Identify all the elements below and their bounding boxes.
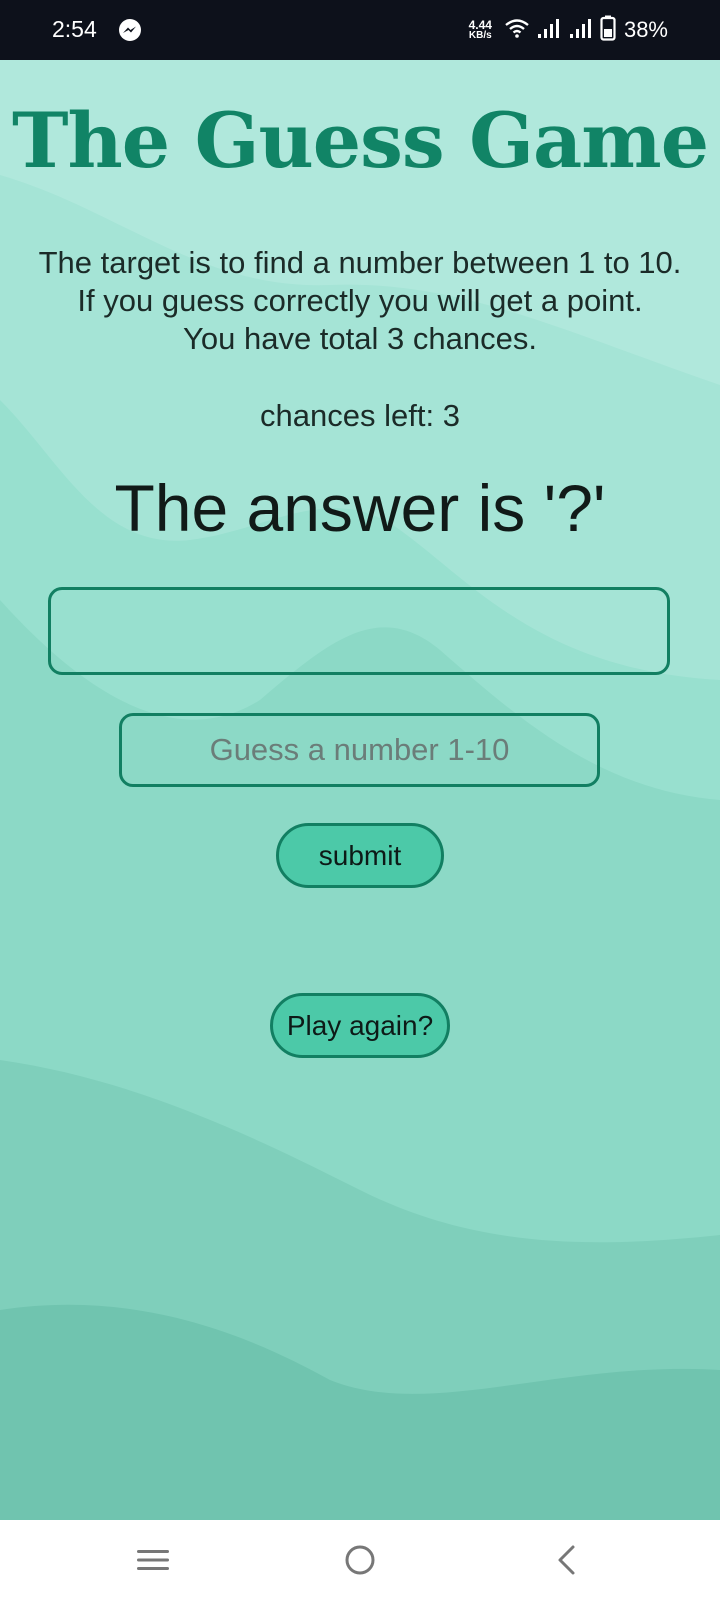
guess-input[interactable] (119, 713, 600, 787)
status-indicators: 4.44 KB/s 38% (469, 0, 668, 60)
guess-game-screen: 2:54 4.44 KB/s 38% The Guess Game The ta… (0, 0, 720, 1600)
description-line: If you guess correctly you will get a po… (77, 283, 643, 318)
net-speed-unit: KB/s (468, 30, 492, 41)
description-line: The target is to find a number between 1… (38, 245, 682, 280)
game-title: The Guess Game (11, 96, 709, 185)
signal-icon (536, 17, 562, 44)
navigation-bar (0, 1520, 720, 1600)
status-time: 2:54 (52, 16, 97, 42)
messenger-icon (118, 18, 142, 42)
battery-percent: 38% (623, 17, 668, 42)
status-bar: 2:54 4.44 KB/s 38% (0, 0, 720, 60)
submit-button[interactable]: submit (276, 823, 444, 888)
home-icon[interactable] (340, 1540, 380, 1580)
play-again-button[interactable]: Play again? (270, 993, 450, 1058)
net-speed: 4.44 KB/s (469, 19, 492, 41)
game-description: The target is to find a number between 1… (0, 244, 720, 358)
menu-icon[interactable] (133, 1540, 173, 1580)
description-line: You have total 3 chances. (183, 321, 537, 356)
chances-left-label: chances left: 3 (260, 398, 460, 433)
answer-text: The answer is '?' (114, 471, 606, 545)
result-box (48, 587, 670, 675)
back-icon[interactable] (548, 1540, 588, 1580)
battery-icon (600, 15, 616, 46)
signal-icon (568, 17, 594, 44)
wifi-icon (504, 17, 530, 44)
